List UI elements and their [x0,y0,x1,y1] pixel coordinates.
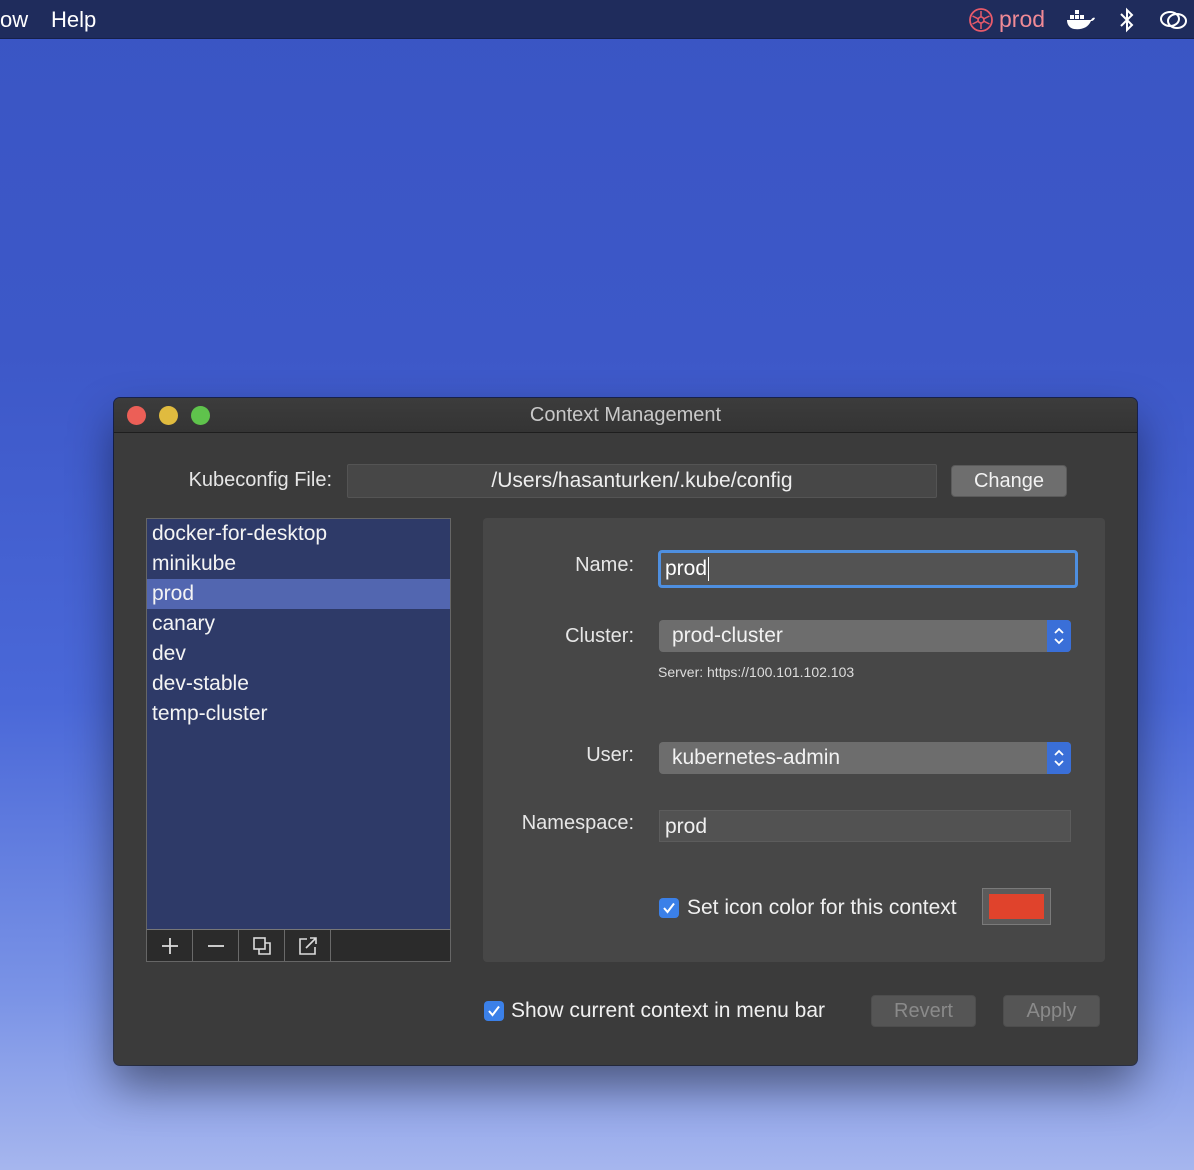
rings-icon[interactable] [1158,8,1190,32]
namespace-field[interactable]: prod [659,810,1071,842]
menu-window[interactable]: ow [0,7,28,33]
list-toolbar [146,929,451,962]
list-item[interactable]: docker-for-desktop [147,519,450,549]
menu-bar: ow Help prod [0,0,1194,39]
name-field-value: prod [665,557,708,580]
export-icon [298,936,317,955]
duplicate-icon [252,936,271,955]
cluster-label: Cluster: [565,625,634,647]
export-context-button[interactable] [285,930,331,961]
apply-button[interactable]: Apply [1003,995,1100,1027]
icon-color-well[interactable] [982,888,1051,925]
show-context-checkbox-label[interactable]: Show current context in menu bar [511,999,825,1023]
kubeconfig-path-field[interactable]: /Users/hasanturken/.kube/config [347,464,937,498]
name-label: Name: [575,554,634,576]
list-item[interactable]: temp-cluster [147,699,450,729]
list-item[interactable]: minikube [147,549,450,579]
kube-context-status-item[interactable]: prod [969,6,1045,33]
checkmark-icon [663,902,675,914]
text-caret [708,557,710,582]
name-field[interactable]: prod [658,550,1078,588]
bluetooth-icon[interactable] [1117,7,1137,33]
namespace-label: Namespace: [521,812,634,834]
context-management-window: Context Management Kubeconfig File: /Use… [114,398,1137,1065]
duplicate-context-button[interactable] [239,930,285,961]
icon-color-checkbox[interactable] [659,898,679,918]
kubernetes-icon [969,7,993,32]
list-item[interactable]: dev-stable [147,669,450,699]
cluster-select-value: prod-cluster [672,624,783,647]
minus-icon [207,944,224,947]
list-item-selected[interactable]: prod [147,579,450,609]
kube-context-label: prod [999,6,1046,32]
plus-icon [161,937,178,954]
checkmark-icon [488,1005,500,1017]
window-title: Context Management [529,404,722,426]
kubeconfig-label: Kubeconfig File: [188,469,332,491]
user-select-value: kubernetes-admin [672,746,841,769]
cluster-select[interactable]: prod-cluster [659,620,1071,652]
chevron-updown-icon [1047,620,1071,652]
list-item[interactable]: canary [147,609,450,639]
revert-button[interactable]: Revert [871,995,976,1027]
list-item[interactable]: dev [147,639,450,669]
docker-icon[interactable] [1066,8,1096,32]
icon-color-checkbox-label[interactable]: Set icon color for this context [687,896,957,920]
change-button[interactable]: Change [951,465,1067,497]
remove-context-button[interactable] [193,930,239,961]
server-url-text: Server: https://100.101.102.103 [658,664,855,680]
user-label: User: [586,744,634,766]
chevron-updown-icon [1047,742,1071,774]
user-select[interactable]: kubernetes-admin [659,742,1071,774]
add-context-button[interactable] [147,930,193,961]
color-swatch [989,894,1044,919]
title-bar: Context Management [114,398,1137,433]
menu-help[interactable]: Help [51,7,96,33]
context-list[interactable]: docker-for-desktop minikube prod canary … [146,518,451,931]
show-context-checkbox[interactable] [484,1001,504,1021]
